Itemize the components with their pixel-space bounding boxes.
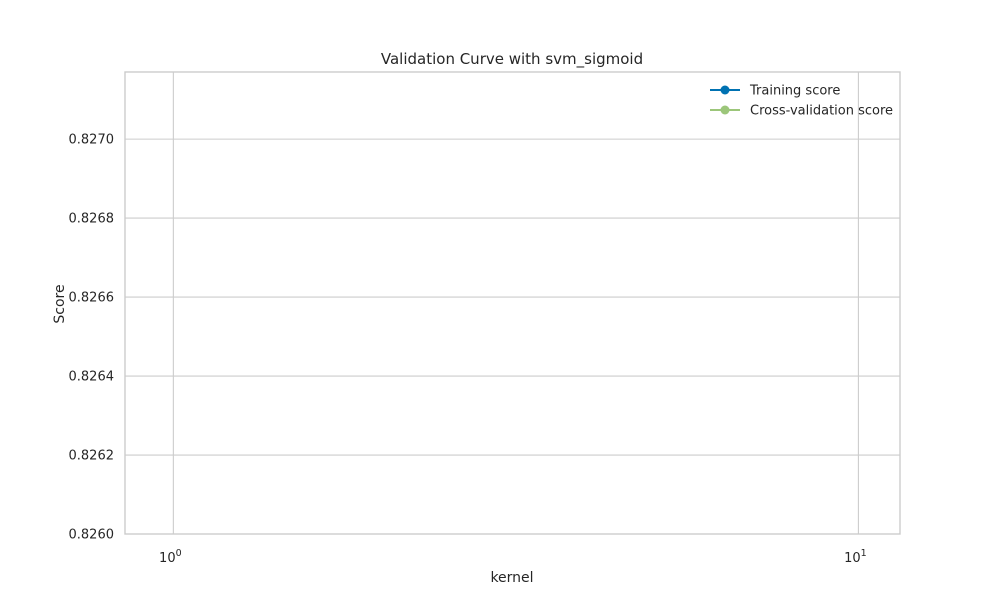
legend-marker <box>720 85 730 95</box>
x-axis-label: kernel <box>490 570 533 586</box>
legend-label: Training score <box>749 84 840 99</box>
y-tick-label: 0.8260 <box>69 528 115 543</box>
chart-background <box>0 0 1000 600</box>
chart-title: Validation Curve with svm_sigmoid <box>381 50 643 69</box>
legend-label: Cross-validation score <box>750 104 893 119</box>
y-axis-label: Score <box>52 284 68 323</box>
y-tick-label: 0.8266 <box>69 291 115 306</box>
y-tick-label: 0.8268 <box>69 212 115 227</box>
legend-marker <box>720 105 730 115</box>
y-tick-label: 0.8270 <box>69 133 115 148</box>
y-tick-label: 0.8264 <box>69 370 115 385</box>
validation-curve-chart: 100 101 0.82600.82620.82640.82660.82680.8… <box>0 0 1000 600</box>
y-tick-label: 0.8262 <box>69 449 115 464</box>
